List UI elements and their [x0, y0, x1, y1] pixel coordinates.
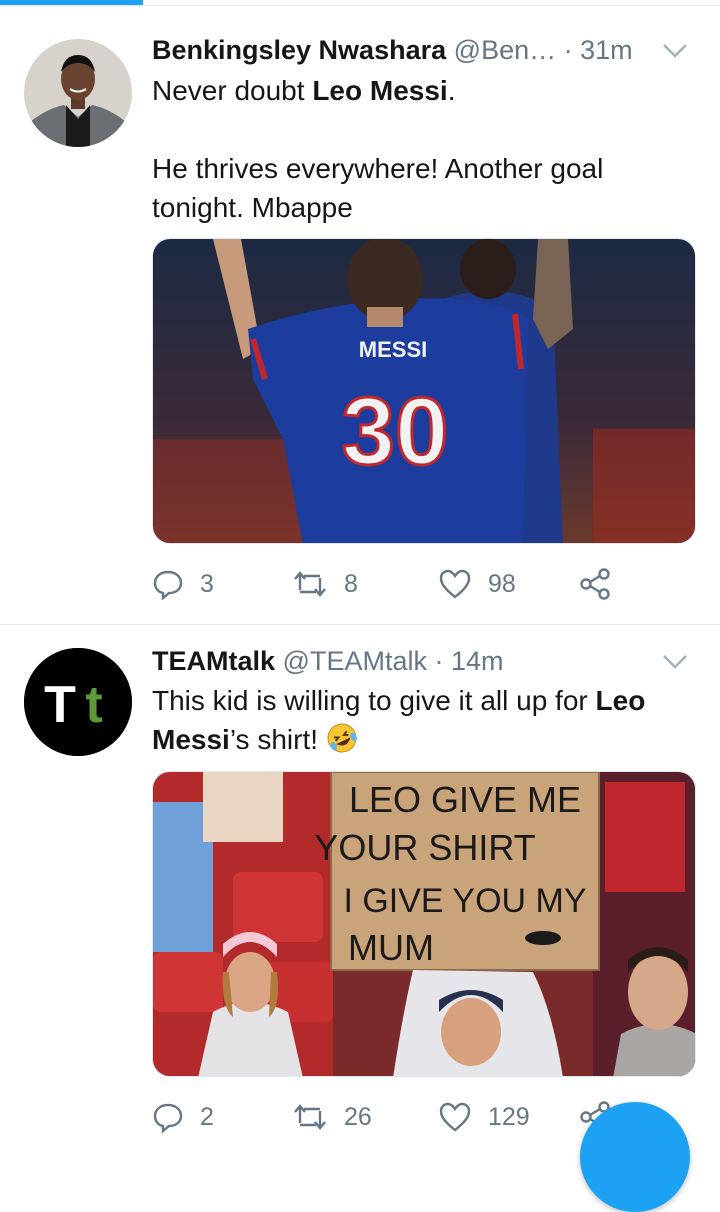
tweet-actions: 2 26 129: [152, 1097, 652, 1137]
author-name[interactable]: Benkingsley Nwashara: [152, 35, 446, 65]
tweet-header: Benkingsley Nwashara @Ben… · 31m: [152, 30, 690, 70]
chevron-down-icon[interactable]: [660, 30, 690, 70]
timestamp[interactable]: 31m: [580, 35, 633, 65]
separator: ·: [434, 646, 444, 676]
author-handle[interactable]: @Ben…: [454, 35, 556, 65]
tweet-header: TEAMtalk @TEAMtalk · 14m: [152, 641, 690, 681]
text-segment: ’s shirt!: [229, 724, 326, 755]
separator: ·: [563, 35, 573, 65]
retweet-count: 26: [344, 1102, 372, 1131]
like-icon: [438, 1101, 472, 1133]
like-button[interactable]: 98: [438, 564, 516, 604]
sign-line-2: YOUR SHIRT: [314, 827, 535, 868]
avatar-letter-t: T: [44, 676, 76, 734]
tweet-text: This kid is willing to give it all up fo…: [152, 681, 692, 764]
like-count: 98: [488, 569, 516, 598]
like-count: 129: [488, 1102, 530, 1131]
share-button[interactable]: [578, 564, 612, 604]
tweet-image[interactable]: LEO GIVE ME YOUR SHIRT I GIVE YOU MY MUM: [152, 771, 696, 1077]
tweet-text: Never doubt Leo Messi. He thrives everyw…: [152, 71, 692, 227]
share-icon: [578, 567, 612, 601]
sign-line-3: I GIVE YOU MY: [343, 882, 586, 920]
author-name[interactable]: TEAMtalk: [152, 646, 275, 676]
text-segment: Never doubt: [152, 75, 313, 106]
chevron-down-icon[interactable]: [660, 641, 690, 681]
reply-icon: [152, 568, 184, 600]
like-button[interactable]: 129: [438, 1097, 530, 1137]
reply-button[interactable]: 2: [152, 1097, 214, 1137]
reply-count: 2: [200, 1102, 214, 1131]
text-segment: .: [447, 75, 456, 106]
avatar-letter-t-green: t: [85, 676, 102, 734]
text-segment: He thrives everywhere! Another goal toni…: [152, 153, 604, 223]
tweet-2[interactable]: T t TEAMtalk @TEAMtalk · 14m This kid is…: [0, 625, 720, 1143]
retweet-icon: [292, 568, 328, 600]
tweet-1[interactable]: Benkingsley Nwashara @Ben… · 31m Never d…: [0, 6, 720, 624]
compose-tweet-button[interactable]: [580, 1102, 690, 1212]
retweet-button[interactable]: 8: [292, 564, 358, 604]
reply-button[interactable]: 3: [152, 564, 214, 604]
tweet-actions: 3 8 98: [152, 564, 652, 604]
shirt-number: 30: [342, 378, 449, 485]
text-segment: This kid is willing to give it all up fo…: [152, 685, 596, 716]
laughing-emoji-icon: [326, 722, 358, 764]
sign-line-1: LEO GIVE ME: [349, 779, 581, 820]
shirt-name: MESSI: [359, 337, 427, 362]
bold-text: Leo Messi: [312, 75, 448, 106]
sign-line-4: MUM: [348, 927, 434, 968]
like-icon: [438, 568, 472, 600]
author-handle[interactable]: @TEAMtalk: [283, 646, 427, 676]
retweet-button[interactable]: 26: [292, 1097, 372, 1137]
avatar[interactable]: [24, 39, 132, 147]
timestamp[interactable]: 14m: [451, 646, 504, 676]
retweet-icon: [292, 1101, 328, 1133]
reply-icon: [152, 1101, 184, 1133]
avatar[interactable]: T t: [24, 648, 132, 756]
reply-count: 3: [200, 569, 214, 598]
retweet-count: 8: [344, 569, 358, 598]
tweet-image[interactable]: MESSI 30: [152, 238, 696, 544]
